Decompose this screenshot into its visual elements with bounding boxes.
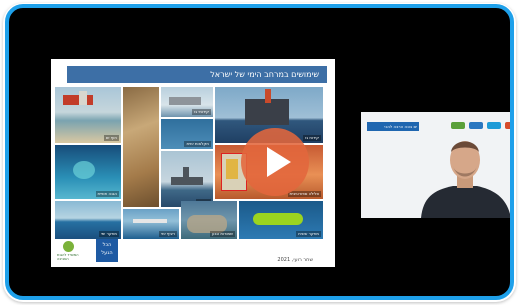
- ministry-logo-text: המשרד להגנת הסביבה: [57, 253, 79, 261]
- photo-label: חוף ים: [103, 135, 119, 141]
- partner-logo-line-1: הכל: [102, 242, 112, 248]
- presenter-avatar: [421, 141, 510, 218]
- photo-robot: מחקר שונית: [239, 201, 323, 239]
- play-button[interactable]: [241, 128, 309, 196]
- photo-label: מחקר שונית: [296, 231, 321, 237]
- photo-label: רציף ימי: [159, 231, 177, 237]
- photo-beach: חוף ים: [55, 87, 121, 143]
- photo-aquaculture: חקלאות ימית: [161, 119, 213, 149]
- photo-reef: שמורות טבע: [181, 201, 237, 239]
- partner-logo-line-2: הגעל: [101, 250, 113, 256]
- photo-label: שמורות טבע: [209, 231, 235, 237]
- video-player[interactable]: שימושים במרחב הימי של ישראל חוף ים קידוח…: [5, 4, 514, 300]
- webcam-feed: ים בונה הרבה להכי: [361, 112, 510, 218]
- webcam-banner: ים בונה הרבה להכי: [367, 122, 419, 131]
- photo-label: הגנה חופית: [95, 191, 119, 197]
- photo-coast: הגנה חופית: [55, 145, 121, 199]
- photo-label: מחקר ימי: [98, 231, 119, 237]
- photo-sand: [123, 87, 159, 207]
- slide-footer: שחר רועי, 2021: [277, 257, 313, 263]
- partner-logo: הכל הגעל: [96, 239, 118, 262]
- ministry-logo: המשרד להגנת הסביבה: [57, 241, 81, 261]
- photo-pier: רציף ימי: [123, 209, 179, 239]
- photo-label: קידוחי גז: [192, 109, 211, 115]
- photo-diving: מחקר ימי: [55, 201, 121, 239]
- slide-title: שימושים במרחב הימי של ישראל: [67, 66, 327, 83]
- photo-navy-ship: ביטחון: [161, 151, 213, 207]
- photo-label: חקלאות ימית: [184, 141, 211, 147]
- photo-rig: קידוחי גז: [161, 87, 213, 117]
- play-icon: [267, 147, 291, 177]
